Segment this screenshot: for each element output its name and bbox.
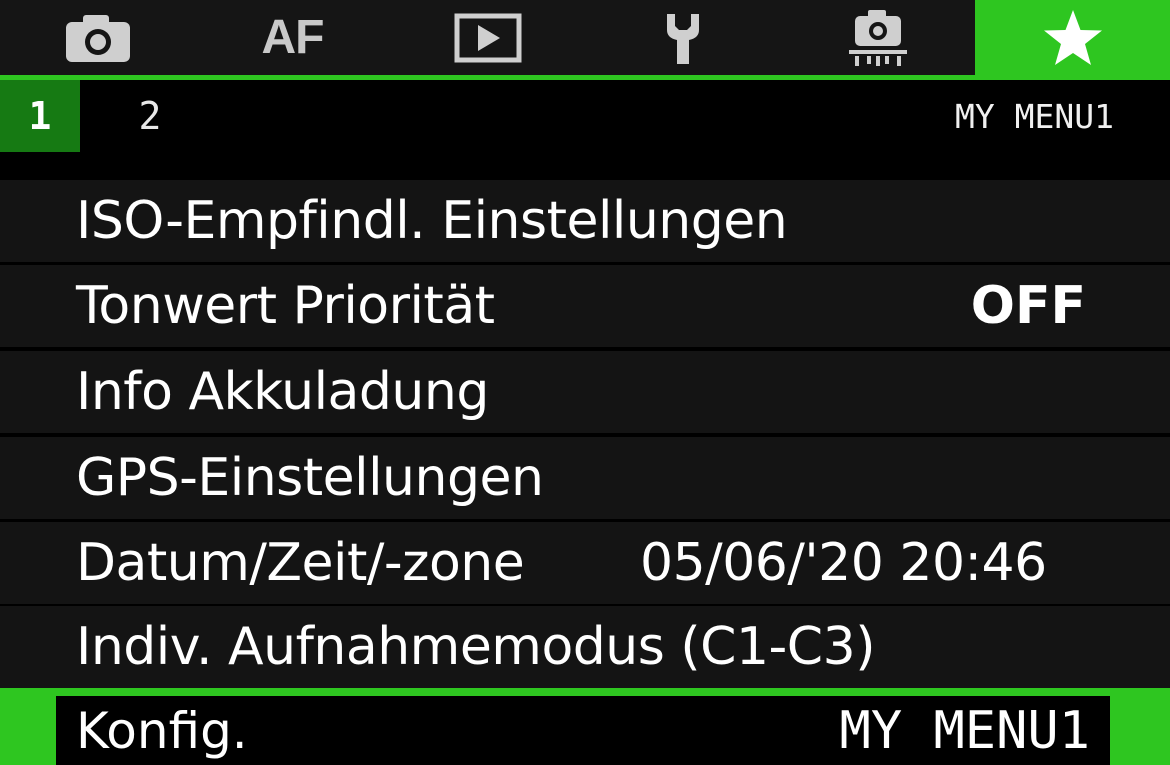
menu-item-label: Info Akkuladung — [76, 362, 489, 422]
menu-item-label: Konfig. — [76, 701, 248, 760]
tab-custom-functions[interactable] — [780, 0, 975, 75]
menu-item-custom-shooting-mode[interactable]: Indiv. Aufnahmemodus (C1-C3) — [0, 606, 1170, 688]
menu-item-label: Indiv. Aufnahmemodus (C1-C3) — [76, 617, 875, 677]
star-icon — [1043, 9, 1102, 65]
menu-item-tone-priority[interactable]: Tonwert Priorität OFF — [0, 265, 1170, 347]
menu-item-value: 05/06/'20 20:46 — [640, 533, 1047, 593]
tab-shooting[interactable] — [0, 0, 195, 75]
menu-item-value: MY MENU1 — [839, 700, 1090, 761]
menu-tab-bar: AF — [0, 0, 1170, 75]
custom-function-camera-icon — [848, 9, 907, 66]
tab-my-menu[interactable] — [975, 0, 1170, 75]
subtab-2[interactable]: 2 — [110, 80, 190, 152]
tab-setup[interactable] — [585, 0, 780, 75]
menu-item-battery-info[interactable]: Info Akkuladung — [0, 351, 1170, 433]
menu-item-gps-settings[interactable]: GPS-Einstellungen — [0, 437, 1170, 519]
menu-item-date-time-zone[interactable]: Datum/Zeit/-zone 05/06/'20 20:46 — [0, 522, 1170, 604]
menu-item-label: Datum/Zeit/-zone — [76, 533, 525, 593]
subtab-1[interactable]: 1 — [0, 80, 80, 152]
menu-item-label: GPS-Einstellungen — [76, 448, 544, 508]
wrench-icon — [666, 13, 699, 64]
menu-item-label: Tonwert Priorität — [76, 276, 495, 336]
menu-item-iso-settings[interactable]: ISO-Empfindl. Einstellungen — [0, 180, 1170, 262]
playback-icon — [454, 13, 521, 62]
menu-title: MY MENU1 — [955, 96, 1114, 136]
menu-item-label: ISO-Empfindl. Einstellungen — [76, 191, 788, 251]
tab-playback[interactable] — [390, 0, 585, 75]
camera-icon — [65, 14, 130, 62]
tab-af-label: AF — [261, 11, 325, 64]
menu-item-value: OFF — [970, 276, 1086, 336]
menu-item-configure-selected[interactable]: Konfig. MY MENU1 — [0, 688, 1170, 765]
tab-af[interactable]: AF — [195, 0, 390, 75]
